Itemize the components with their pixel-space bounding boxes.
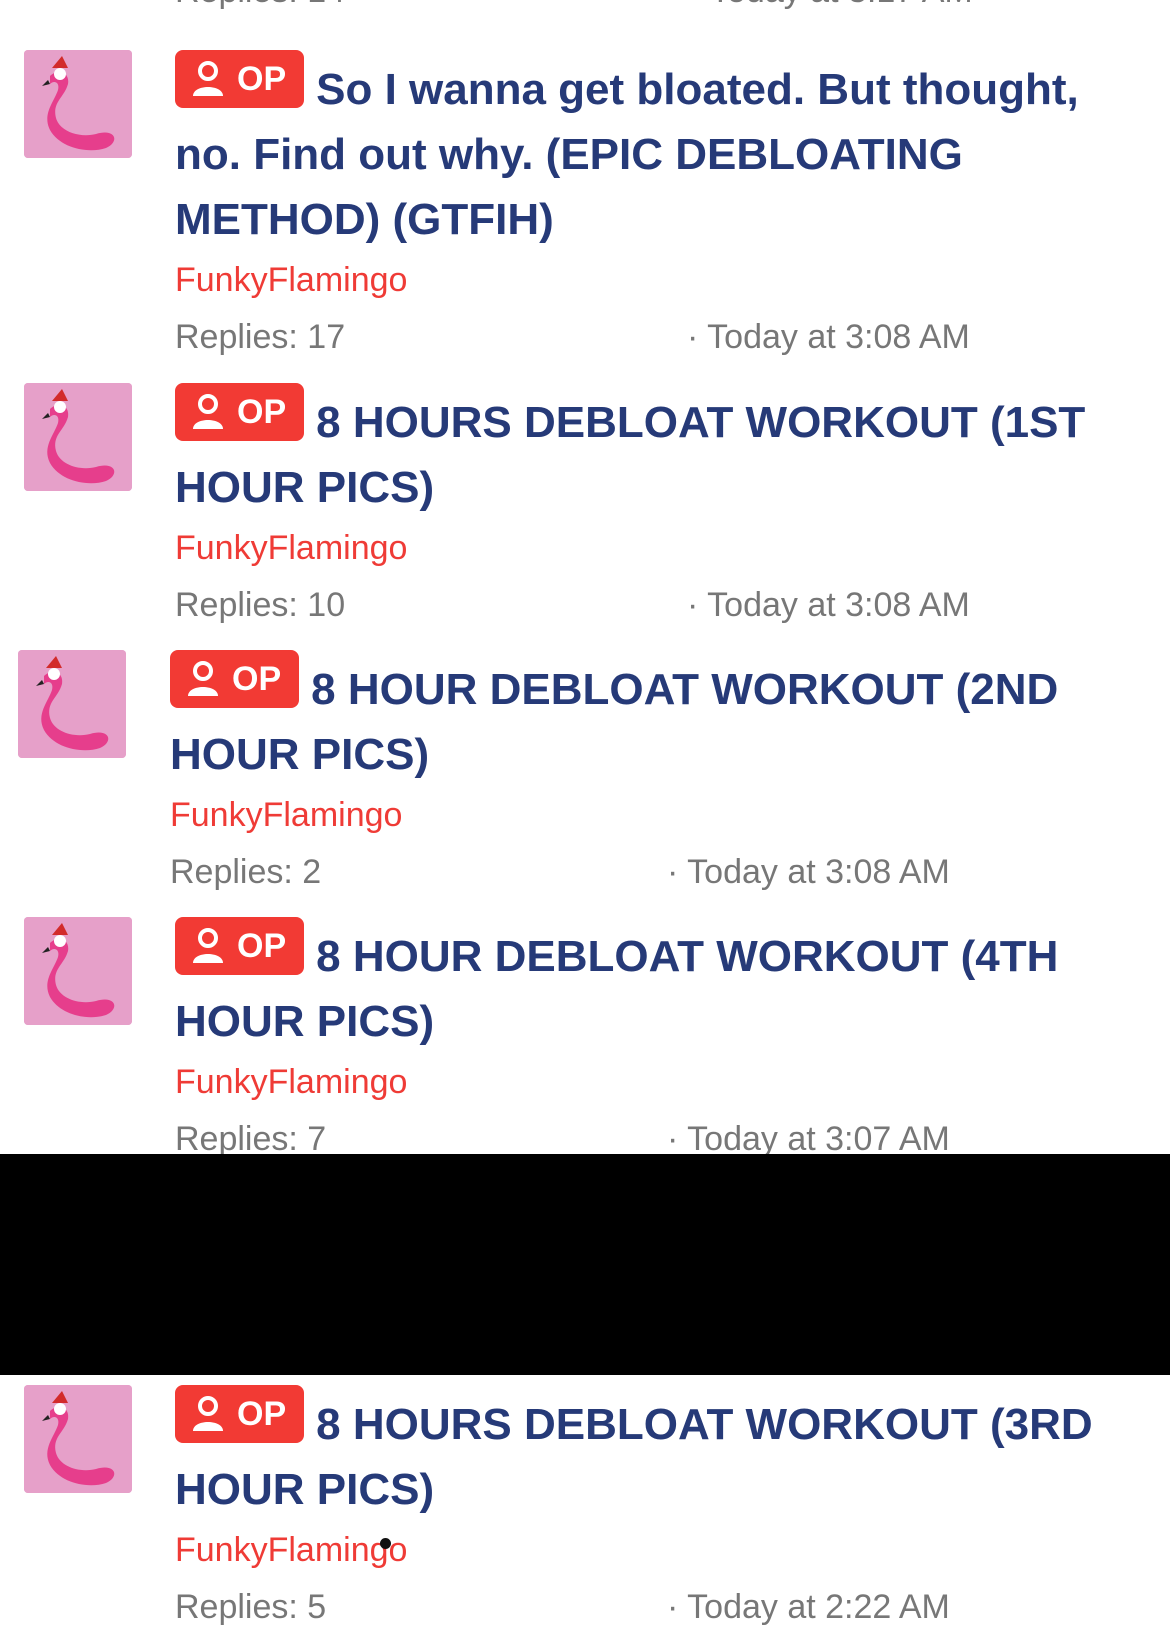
op-label: OP <box>237 927 287 965</box>
thread-title-line[interactable]: OP 8 HOUR DEBLOAT WORKOUT (2ND HOUR PICS… <box>170 650 1150 787</box>
op-badge: OP <box>175 50 305 108</box>
thread-title[interactable]: So I wanna get bloated. But thought, no.… <box>175 65 1079 244</box>
op-badge: OP <box>175 917 305 975</box>
thread-title-line[interactable]: OP 8 HOURS DEBLOAT WORKOUT (1ST HOUR PIC… <box>175 383 1155 520</box>
reply-count: Replies: 5 <box>175 1588 327 1626</box>
thread-body: OP 8 HOURS DEBLOAT WORKOUT (3RD HOUR PIC… <box>175 1385 1155 1628</box>
redaction-bar <box>0 1154 1170 1375</box>
partial-replies: Replies: 14 <box>175 0 345 11</box>
flamingo-avatar-icon[interactable] <box>24 1385 132 1493</box>
flamingo-avatar-icon[interactable] <box>24 50 132 158</box>
flamingo-avatar-icon[interactable] <box>18 650 126 758</box>
thread-time: · Today at 3:08 AM <box>687 586 970 624</box>
thread-body: OP 8 HOUR DEBLOAT WORKOUT (4TH HOUR PICS… <box>175 917 1155 1160</box>
flamingo-avatar-icon[interactable] <box>24 917 132 1025</box>
thread-title-line[interactable]: OP So I wanna get bloated. But thought, … <box>175 50 1155 252</box>
op-label: OP <box>232 660 282 698</box>
thread-title[interactable]: 8 HOUR DEBLOAT WORKOUT (4TH HOUR PICS) <box>175 932 1058 1046</box>
thread-meta: Replies: 10 · Today at 3:08 AM <box>175 584 1155 626</box>
thread-body: OP So I wanna get bloated. But thought, … <box>175 50 1155 358</box>
op-label: OP <box>237 1395 287 1433</box>
thread-time: · Today at 2:22 AM <box>667 1588 950 1626</box>
op-badge: OP <box>175 1385 305 1443</box>
touch-cursor <box>380 1538 391 1549</box>
op-label: OP <box>237 393 287 431</box>
thread-title[interactable]: 8 HOURS DEBLOAT WORKOUT (3RD HOUR PICS) <box>175 1400 1093 1514</box>
thread-time: · Today at 3:08 AM <box>667 853 950 891</box>
thread-author[interactable]: FunkyFlamingo <box>175 1530 1155 1570</box>
user-icon <box>191 1395 225 1433</box>
reply-count: Replies: 10 <box>175 586 346 624</box>
thread-time: · Today at 3:08 AM <box>687 318 970 356</box>
thread-list: Replies: 14 Today at 3:17 AM OP So I wan… <box>0 0 1170 1641</box>
partial-thread-meta: Replies: 14 Today at 3:17 AM <box>0 0 1170 12</box>
thread-body: OP 8 HOUR DEBLOAT WORKOUT (2ND HOUR PICS… <box>170 650 1150 893</box>
user-icon <box>191 927 225 965</box>
thread-author[interactable]: FunkyFlamingo <box>175 260 1155 300</box>
thread-title[interactable]: 8 HOUR DEBLOAT WORKOUT (2ND HOUR PICS) <box>170 665 1058 779</box>
op-badge: OP <box>175 383 305 441</box>
thread-author[interactable]: FunkyFlamingo <box>175 528 1155 568</box>
op-badge: OP <box>170 650 300 708</box>
thread-title-line[interactable]: OP 8 HOURS DEBLOAT WORKOUT (3RD HOUR PIC… <box>175 1385 1155 1522</box>
thread-title[interactable]: 8 HOURS DEBLOAT WORKOUT (1ST HOUR PICS) <box>175 398 1085 512</box>
thread-meta: Replies: 5 · Today at 2:22 AM <box>175 1586 1155 1628</box>
user-icon <box>191 60 225 98</box>
op-label: OP <box>237 60 287 98</box>
reply-count: Replies: 2 <box>170 853 322 891</box>
thread-body: OP 8 HOURS DEBLOAT WORKOUT (1ST HOUR PIC… <box>175 383 1155 626</box>
reply-count: Replies: 17 <box>175 318 346 356</box>
flamingo-avatar-icon[interactable] <box>24 383 132 491</box>
partial-time: Today at 3:17 AM <box>710 0 973 11</box>
thread-title-line[interactable]: OP 8 HOUR DEBLOAT WORKOUT (4TH HOUR PICS… <box>175 917 1155 1054</box>
thread-author[interactable]: FunkyFlamingo <box>170 795 1150 835</box>
thread-meta: Replies: 2 · Today at 3:08 AM <box>170 851 1150 893</box>
thread-author[interactable]: FunkyFlamingo <box>175 1062 1155 1102</box>
user-icon <box>186 660 220 698</box>
user-icon <box>191 393 225 431</box>
thread-meta: Replies: 17 · Today at 3:08 AM <box>175 316 1155 358</box>
